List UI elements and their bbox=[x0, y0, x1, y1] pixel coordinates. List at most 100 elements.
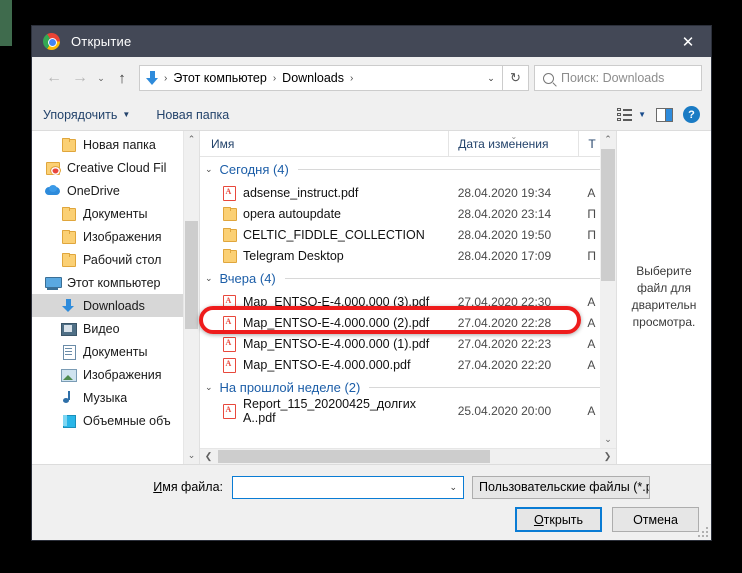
open-button-label: ткрыть bbox=[543, 512, 584, 527]
file-name-cell: opera autoupdate bbox=[200, 206, 449, 221]
pictures-icon bbox=[60, 367, 77, 382]
new-folder-button[interactable]: Новая папка bbox=[156, 108, 229, 122]
file-name-label: adsense_instruct.pdf bbox=[243, 185, 359, 200]
up-icon[interactable]: ↑ bbox=[109, 65, 135, 91]
address-bar[interactable]: › Этот компьютер › Downloads › ⌄ bbox=[139, 65, 503, 91]
sidebar-item-1[interactable]: Creative Cloud Fil bbox=[32, 156, 199, 179]
scroll-left-icon[interactable]: ❮ bbox=[200, 449, 217, 464]
file-group-title: Сегодня (4) bbox=[219, 162, 289, 177]
file-row[interactable]: Map_ENTSO-E-4.000.000 (3).pdf 27.04.2020 … bbox=[200, 291, 616, 312]
chevron-down-icon[interactable]: ▼ bbox=[638, 110, 646, 119]
file-type-filter-select[interactable]: Пользовательские файлы (*.p ⌄ bbox=[472, 475, 650, 499]
file-group-header[interactable]: ⌄ Вчера (4) bbox=[200, 266, 616, 291]
file-row[interactable]: Report_115_20200425_долгих А..pdf 25.04.2… bbox=[200, 397, 616, 425]
file-row[interactable]: Map_ENTSO-E-4.000.000 (2).pdf 27.04.2020 … bbox=[200, 312, 616, 333]
sidebar-item-label: Creative Cloud Fil bbox=[67, 160, 167, 175]
chevron-down-icon[interactable]: ⌄ bbox=[480, 66, 502, 90]
file-row[interactable]: opera autoupdate 28.04.2020 23:14 П bbox=[200, 203, 616, 224]
pdf-icon bbox=[222, 357, 236, 373]
file-date-cell: 27.04.2020 22:20 bbox=[457, 357, 552, 372]
preview-pane: Выберите файл для дварительн просмотра. bbox=[616, 131, 711, 464]
file-name-label: Map_ENTSO-E-4.000.000.pdf bbox=[243, 357, 411, 372]
scroll-up-icon[interactable]: ⌃ bbox=[184, 131, 199, 148]
sidebar-item-label: Документы bbox=[83, 206, 148, 221]
sidebar-scrollbar[interactable]: ⌃ ⌄ bbox=[183, 131, 199, 464]
sidebar-item-10[interactable]: Изображения bbox=[32, 363, 199, 386]
preview-line: просмотра. bbox=[632, 315, 696, 329]
file-group-header[interactable]: ⌄ Сегодня (4) bbox=[200, 157, 616, 182]
title-bar: Открытие ✕ bbox=[32, 26, 711, 57]
pdf-icon bbox=[222, 403, 236, 419]
command-toolbar: Упорядочить ▼ Новая папка ▼ ? bbox=[32, 99, 711, 130]
sidebar-item-label: Музыка bbox=[83, 390, 128, 405]
documents-icon bbox=[60, 344, 77, 360]
downloads-icon bbox=[60, 298, 77, 313]
chevron-down-icon[interactable]: ⌄ bbox=[205, 164, 213, 175]
filename-input[interactable]: ⌄ bbox=[232, 475, 464, 499]
close-icon[interactable]: ✕ bbox=[665, 26, 711, 57]
file-row[interactable]: Map_ENTSO-E-4.000.000 (1).pdf 27.04.2020 … bbox=[200, 333, 616, 354]
file-name-cell: Report_115_20200425_долгих А..pdf bbox=[200, 397, 449, 425]
scrollbar-thumb[interactable] bbox=[218, 450, 490, 463]
scroll-down-icon[interactable]: ⌄ bbox=[600, 431, 616, 448]
breadcrumb-item-this-pc[interactable]: Этот компьютер bbox=[171, 71, 268, 85]
scroll-up-icon[interactable]: ⌃ bbox=[600, 131, 616, 148]
file-list-vertical-scrollbar[interactable]: ⌃ ⌄ bbox=[600, 131, 616, 448]
chevron-down-icon[interactable]: ⌄ bbox=[449, 482, 457, 493]
sidebar-item-7[interactable]: Downloads bbox=[32, 294, 199, 317]
file-list-horizontal-scrollbar[interactable]: ❮ ❯ bbox=[200, 448, 616, 464]
chevron-down-icon[interactable]: ⌄ bbox=[205, 273, 213, 284]
file-row[interactable]: Telegram Desktop 28.04.2020 17:09 П bbox=[200, 245, 616, 266]
filename-label-rest: мя файла: bbox=[162, 480, 223, 494]
view-mode-icon[interactable] bbox=[617, 108, 633, 121]
breadcrumb-separator: › bbox=[350, 72, 354, 84]
file-row[interactable]: Map_ENTSO-E-4.000.000.pdf 27.04.2020 22:2… bbox=[200, 354, 616, 375]
preview-line: Выберите bbox=[636, 264, 692, 278]
file-row[interactable]: CELTIC_FIDDLE_COLLECTION 28.04.2020 19:50… bbox=[200, 224, 616, 245]
search-icon bbox=[543, 72, 554, 84]
chevron-down-icon[interactable]: ⌄ bbox=[205, 382, 213, 393]
sidebar-item-0[interactable]: Новая папка bbox=[32, 133, 199, 156]
column-header-date[interactable]: ⌄ Дата изменения bbox=[448, 131, 578, 156]
recent-locations-icon[interactable]: ⌄ bbox=[93, 65, 109, 91]
sidebar-item-11[interactable]: Музыка bbox=[32, 386, 199, 409]
group-divider bbox=[297, 169, 602, 170]
sidebar-item-label: Видео bbox=[83, 321, 120, 336]
downloads-arrow-icon bbox=[145, 70, 160, 86]
file-row[interactable]: adsense_instruct.pdf28.04.2020 19:34А bbox=[200, 182, 616, 203]
preview-pane-icon[interactable] bbox=[656, 107, 673, 122]
scroll-right-icon[interactable]: ❯ bbox=[599, 449, 616, 464]
refresh-icon[interactable]: ↻ bbox=[503, 65, 529, 91]
organize-button[interactable]: Упорядочить ▼ bbox=[43, 108, 130, 122]
sidebar-item-2[interactable]: OneDrive bbox=[32, 179, 199, 202]
open-button[interactable]: Открыть bbox=[515, 507, 602, 532]
sidebar-item-5[interactable]: Рабочий стол bbox=[32, 248, 199, 271]
back-icon[interactable]: ← bbox=[41, 65, 67, 91]
group-divider bbox=[369, 387, 602, 388]
search-box[interactable]: Поиск: Downloads bbox=[534, 65, 702, 91]
sidebar-item-4[interactable]: Изображения bbox=[32, 225, 199, 248]
sidebar-item-12[interactable]: Объемные объ bbox=[32, 409, 199, 432]
dialog-footer: Имя файла: ⌄ Пользовательские файлы (*.p… bbox=[32, 464, 711, 540]
scrollbar-thumb[interactable] bbox=[185, 221, 198, 329]
scroll-down-icon[interactable]: ⌄ bbox=[184, 447, 199, 464]
file-name-label: Map_ENTSO-E-4.000.000 (3).pdf bbox=[243, 294, 430, 309]
resize-grip[interactable] bbox=[698, 527, 708, 537]
sidebar-item-9[interactable]: Документы bbox=[32, 340, 199, 363]
cancel-button[interactable]: Отмена bbox=[612, 507, 699, 532]
column-header-name[interactable]: Имя bbox=[200, 131, 448, 156]
sidebar-item-label: Документы bbox=[83, 344, 148, 359]
scrollbar-thumb[interactable] bbox=[601, 149, 615, 281]
chrome-icon bbox=[43, 33, 60, 50]
file-name-cell: CELTIC_FIDDLE_COLLECTION bbox=[200, 227, 449, 242]
filename-row: Имя файла: ⌄ Пользовательские файлы (*.p… bbox=[32, 475, 711, 499]
column-header-name-label: Имя bbox=[211, 136, 235, 151]
forward-icon[interactable]: → bbox=[67, 65, 93, 91]
help-icon[interactable]: ? bbox=[683, 106, 700, 123]
sidebar-item-6[interactable]: Этот компьютер bbox=[32, 271, 199, 294]
breadcrumb-item-downloads[interactable]: Downloads bbox=[280, 71, 346, 85]
sidebar-item-3[interactable]: Документы bbox=[32, 202, 199, 225]
sidebar-item-label: Изображения bbox=[83, 367, 162, 382]
sidebar-item-8[interactable]: Видео bbox=[32, 317, 199, 340]
file-name-cell: Map_ENTSO-E-4.000.000.pdf bbox=[200, 357, 449, 373]
